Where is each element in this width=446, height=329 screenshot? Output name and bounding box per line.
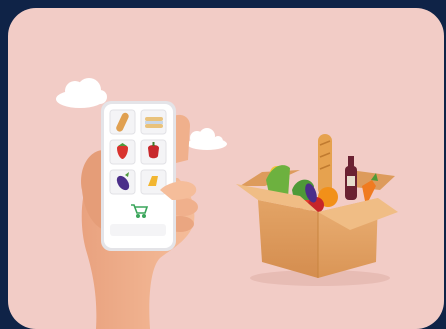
illustration-card	[8, 8, 444, 329]
grocery-illustration	[56, 78, 398, 329]
phone	[101, 101, 176, 251]
image-frame	[0, 0, 446, 329]
cloud-right	[187, 128, 227, 150]
cloud-left	[56, 78, 107, 108]
sandwich-icon	[145, 117, 163, 128]
grocery-box	[236, 134, 398, 286]
